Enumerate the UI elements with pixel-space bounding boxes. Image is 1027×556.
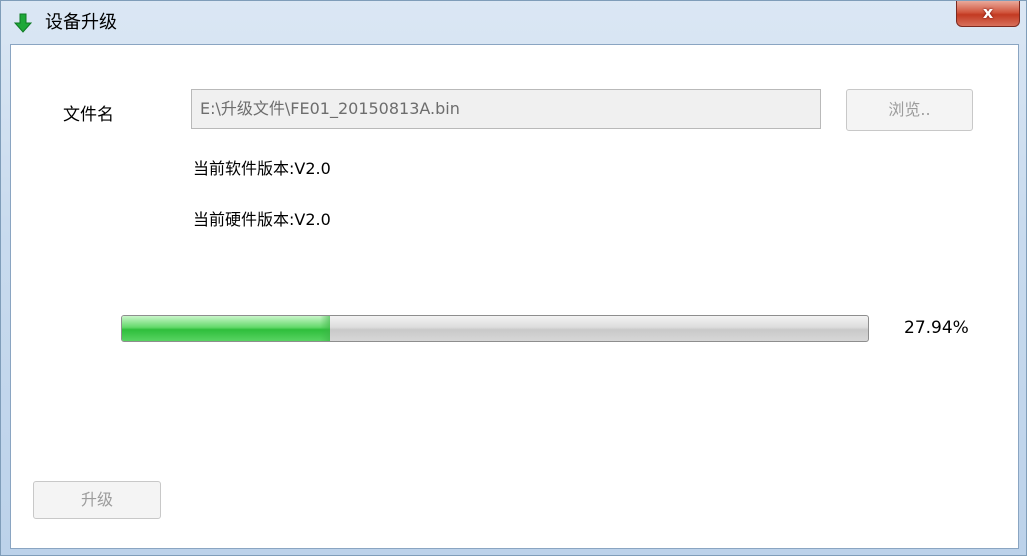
upgrade-button[interactable]: 升级	[33, 481, 161, 519]
close-x-icon: x	[982, 3, 994, 22]
window-title: 设备升级	[45, 12, 117, 33]
progress-percent-text: 27.94%	[904, 318, 969, 338]
file-name-label: 文件名	[63, 105, 114, 125]
dialog-content: 文件名 E:\升级文件\FE01_20150813A.bin 浏览.. 当前软件…	[10, 44, 1019, 549]
software-version-text: 当前软件版本:V2.0	[193, 159, 331, 178]
close-button[interactable]: x	[956, 1, 1020, 27]
browse-button[interactable]: 浏览..	[846, 89, 973, 131]
file-path-field[interactable]: E:\升级文件\FE01_20150813A.bin	[191, 89, 821, 129]
title-bar[interactable]: 设备升级 x	[1, 1, 1026, 43]
hardware-version-text: 当前硬件版本:V2.0	[193, 210, 331, 229]
upgrade-progress-bar	[121, 315, 869, 342]
green-down-arrow-icon	[13, 13, 33, 33]
progress-fill	[122, 316, 331, 341]
upgrade-dialog-window: 设备升级 x 文件名 E:\升级文件\FE01_20150813A.bin 浏览…	[0, 0, 1027, 556]
